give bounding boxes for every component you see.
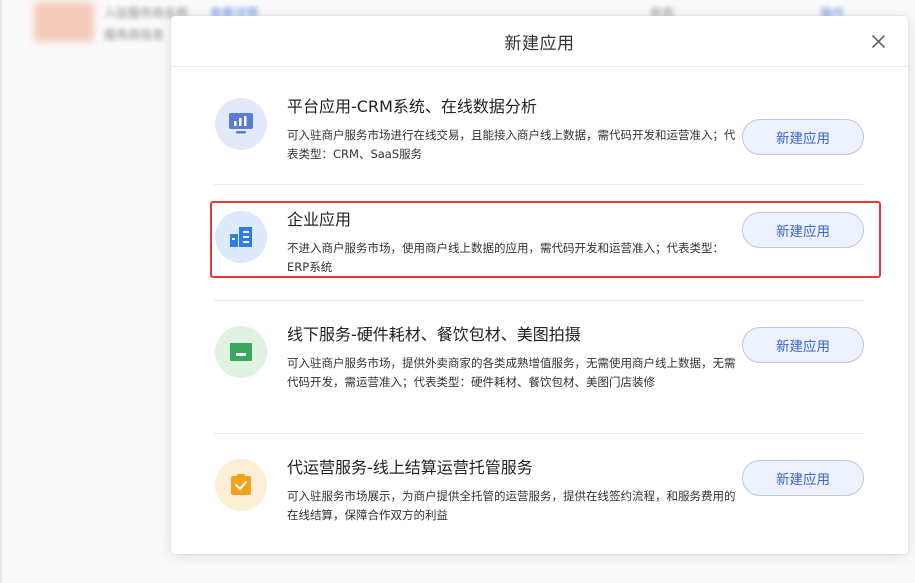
background-thumbnail (34, 2, 94, 42)
modal-header: 新建应用 (171, 16, 908, 67)
card-description: 可入驻商户服务市场进行在线交易，且能接入商户线上数据，需代码开发和运营准入；代表… (287, 128, 736, 161)
card-title: 平台应用-CRM系统、在线数据分析 (287, 97, 537, 116)
close-icon (871, 34, 885, 48)
card-title: 代运营服务-线上结算运营托管服务 (287, 458, 533, 477)
card-icon-wrap (215, 459, 267, 511)
card-body: 线下服务-硬件耗材、餐饮包材、美图拍摄 可入驻商户服务市场，提供外卖商家的各类成… (287, 324, 737, 392)
card-icon-wrap (215, 98, 267, 150)
new-app-button-offline[interactable]: 新建应用 (742, 327, 864, 363)
new-app-button-enterprise[interactable]: 新建应用 (742, 212, 864, 248)
app-type-card-platform: 平台应用-CRM系统、在线数据分析 可入驻商户服务市场进行在线交易，且能接入商户… (214, 67, 865, 185)
card-icon-wrap (215, 326, 267, 378)
app-type-list: 平台应用-CRM系统、在线数据分析 可入驻商户服务市场进行在线交易，且能接入商户… (171, 67, 908, 552)
new-app-modal: 新建应用 平台应用-CRM系统、在线数据分析 可入驻商户服务市场进行在线交易，且 (171, 16, 908, 554)
storefront-icon (230, 343, 252, 361)
background-text: 服务商信息 (104, 28, 165, 42)
new-app-button-operation[interactable]: 新建应用 (742, 460, 864, 496)
card-title: 线下服务-硬件耗材、餐饮包材、美图拍摄 (287, 325, 581, 344)
card-body: 代运营服务-线上结算运营托管服务 可入驻服务市场展示，为商户提供全托管的运营服务… (287, 457, 737, 525)
background-divider (0, 0, 2, 583)
app-type-card-operation: 代运营服务-线上结算运营托管服务 可入驻服务市场展示，为商户提供全托管的运营服务… (214, 434, 865, 552)
app-type-card-offline: 线下服务-硬件耗材、餐饮包材、美图拍摄 可入驻商户服务市场，提供外卖商家的各类成… (214, 301, 865, 434)
card-body: 平台应用-CRM系统、在线数据分析 可入驻商户服务市场进行在线交易，且能接入商户… (287, 96, 737, 164)
card-icon-wrap (215, 211, 267, 263)
clipboard-check-icon (231, 474, 251, 495)
card-description: 可入驻服务市场展示，为商户提供全托管的运营服务，提供在线签约流程，和服务费用的在… (287, 489, 736, 522)
card-body: 企业应用 不进入商户服务市场，使用商户线上数据的应用，需代码开发和运营准入；代表… (287, 209, 737, 277)
chart-monitor-icon (229, 113, 253, 134)
close-button[interactable] (870, 33, 886, 49)
card-description: 不进入商户服务市场，使用商户线上数据的应用，需代码开发和运营准入；代表类型： E… (287, 241, 724, 274)
building-icon (230, 227, 252, 247)
modal-title: 新建应用 (504, 33, 575, 54)
card-title: 企业应用 (287, 210, 352, 229)
app-type-card-enterprise: 企业应用 不进入商户服务市场，使用商户线上数据的应用，需代码开发和运营准入；代表… (214, 185, 865, 301)
card-description: 可入驻商户服务市场，提供外卖商家的各类成熟增值服务，无需使用商户线上数据，无需代… (287, 356, 736, 389)
new-app-button-platform[interactable]: 新建应用 (742, 119, 864, 155)
